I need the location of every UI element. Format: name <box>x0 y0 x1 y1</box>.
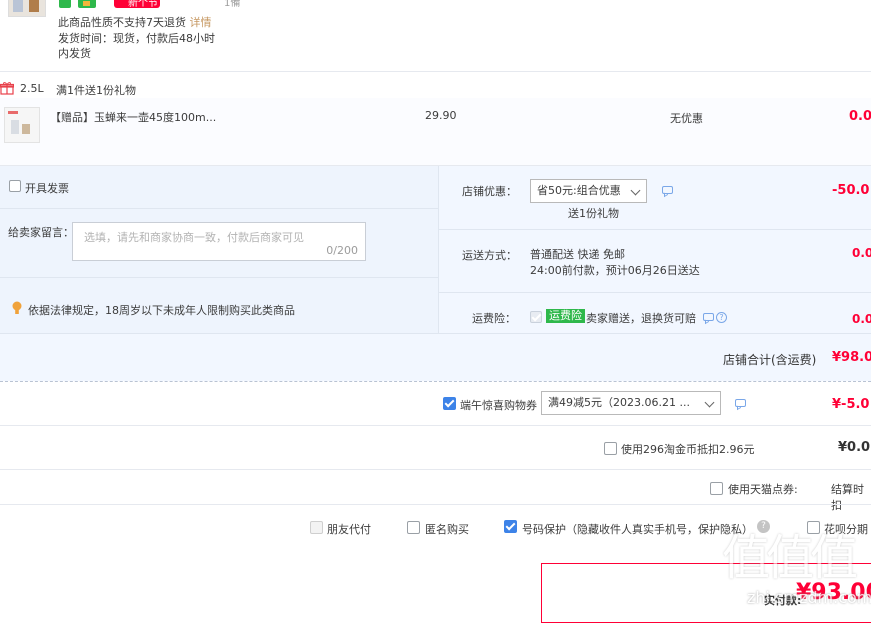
gift-promo: 满1件送1份礼物 <box>56 84 136 97</box>
help-icon[interactable]: ? <box>716 312 727 323</box>
gift-price: 29.90 <box>425 109 457 122</box>
insurance-label: 运费险： <box>472 312 516 325</box>
tmall-points-label: 使用天猫点券: <box>728 483 798 496</box>
no-return-note: 此商品性质不支持7天退货 详情 <box>58 16 212 29</box>
invoice-checkbox[interactable] <box>9 180 21 192</box>
shop-discount-label: 店铺优惠： <box>462 185 517 198</box>
coupon-checkbox[interactable] <box>443 397 456 410</box>
anonymous-label: 匿名购买 <box>425 523 469 536</box>
ship-time: 发货时间：现货，付款后48小时 内发货 <box>58 32 215 60</box>
taobao-coin-amount: ¥0.0 <box>838 440 871 455</box>
tmall-points-checkbox[interactable] <box>710 482 723 495</box>
coupon-select[interactable]: 满49减5元（2023.06.21 ... <box>541 391 721 415</box>
gift-spec: 2.5L <box>20 82 44 95</box>
message-icon[interactable] <box>703 313 714 321</box>
legal-notice: 依据法律规定，18周岁以下未成年人限制购买此类商品 <box>28 304 295 317</box>
message-icon[interactable] <box>662 186 673 194</box>
shop-total-label: 店铺合计(含运费) <box>723 353 817 367</box>
anonymous-checkbox[interactable] <box>407 521 420 534</box>
taobao-coin-checkbox[interactable] <box>604 442 617 455</box>
insurance-desc: 卖家赠送，退换货可赔 <box>586 312 696 325</box>
friend-pay-checkbox <box>310 521 323 534</box>
gift-discount: 无优惠 <box>670 112 703 125</box>
shipping-label: 运送方式： <box>462 249 517 262</box>
friend-pay-label: 朋友代付 <box>327 523 371 536</box>
tmall-points-note: 结算时扣 <box>831 483 864 512</box>
service-icon-green-2 <box>78 0 96 8</box>
message-label: 给卖家留言： <box>8 226 74 239</box>
message-icon[interactable] <box>735 399 746 407</box>
gift-amount: 0.0 <box>849 109 871 124</box>
gift-thumbnail[interactable] <box>4 107 40 143</box>
taobao-coin-label: 使用296淘金币抵扣2.96元 <box>621 443 755 456</box>
message-input[interactable]: 选填，请先和商家协商一致，付款后商家可见 0/200 <box>72 222 366 261</box>
watermark-logo: 值值值 <box>722 530 858 586</box>
gift-name[interactable]: 【赠品】玉蝉来一壶45度100m... <box>50 109 216 125</box>
bulb-icon <box>12 301 22 315</box>
number-protect-checkbox[interactable] <box>504 520 517 533</box>
coupon-label: 端午惊喜购物券 <box>460 399 537 412</box>
chevron-down-icon <box>704 397 715 408</box>
service-icon-green <box>59 0 71 8</box>
promo-badge: 新个节 <box>114 0 160 8</box>
coupon-amount: ¥-5.0 <box>832 397 870 412</box>
invoice-label: 开具发票 <box>25 182 69 195</box>
shop-total-value: ¥98.0 <box>832 350 871 365</box>
insurance-tag: 运费险 <box>546 309 585 323</box>
product-thumbnail[interactable] <box>8 0 46 17</box>
chevron-down-icon <box>630 185 641 196</box>
insurance-amount: 0.0 <box>852 312 871 326</box>
insurance-checkbox <box>530 311 542 323</box>
number-protect-label: 号码保护（隐藏收件人真实手机号，保护隐私） <box>522 523 753 536</box>
quantity-label: 1備 <box>224 0 241 9</box>
shop-discount-sub: 送1份礼物 <box>568 207 619 220</box>
shop-discount-amount: -50.0 <box>832 183 870 198</box>
watermark-site: zhi.smzdm.com <box>747 588 871 607</box>
shipping-method: 普通配送 快递 免邮 24:00前付款，预计06月26日送达 <box>530 248 700 277</box>
shipping-amount: 0.0 <box>852 246 871 260</box>
shop-discount-select[interactable]: 省50元:组合优惠 <box>530 179 647 203</box>
gift-icon <box>0 81 15 95</box>
detail-link[interactable]: 详情 <box>190 16 212 29</box>
message-counter: 0/200 <box>326 244 358 257</box>
